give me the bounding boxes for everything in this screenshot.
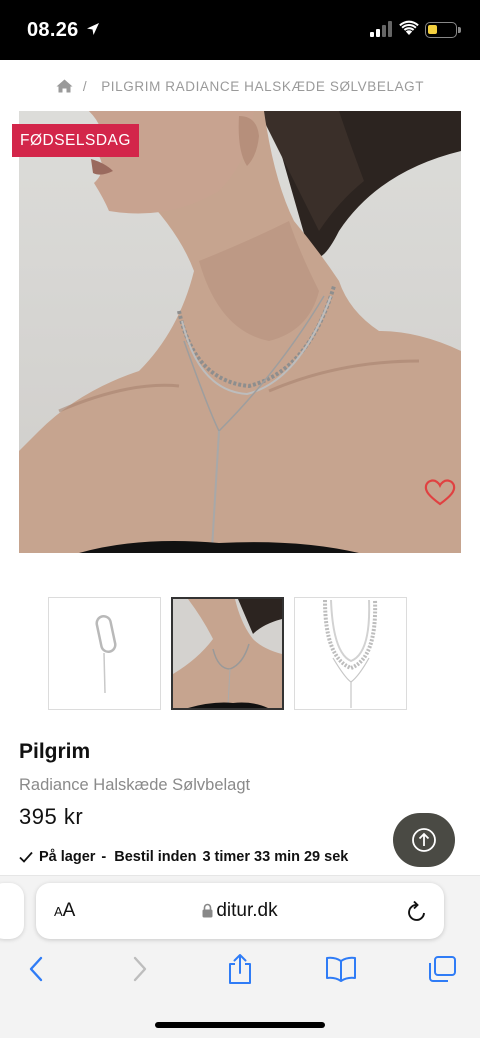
scroll-to-top-button[interactable] <box>393 813 455 867</box>
countdown-timer: 3 timer 33 min 29 sek <box>202 849 349 865</box>
chevron-left-icon <box>29 956 43 982</box>
home-indicator[interactable] <box>155 1022 325 1028</box>
breadcrumb: / PILGRIM RADIANCE HALSKÆDE SØLVBELAGT <box>0 70 480 102</box>
product-name: Radiance Halskæde Sølvbelagt <box>19 776 251 794</box>
thumbnail-model[interactable] <box>171 597 284 710</box>
heart-icon[interactable] <box>424 478 456 506</box>
book-icon <box>326 956 356 982</box>
category-badge: FØDSELSDAG <box>12 124 139 157</box>
breadcrumb-separator: / <box>82 78 88 94</box>
wifi-icon <box>399 20 419 35</box>
tabs-icon <box>429 956 456 982</box>
reload-icon[interactable] <box>406 899 428 923</box>
thumbnail-pendant[interactable] <box>48 597 161 710</box>
domain-text: ditur.dk <box>216 900 278 921</box>
bookmarks-button[interactable] <box>323 953 359 985</box>
chevron-right-icon <box>133 956 147 982</box>
cellular-signal-icon <box>370 21 392 37</box>
breadcrumb-current: PILGRIM RADIANCE HALSKÆDE SØLVBELAGT <box>101 78 425 94</box>
model-thumb-image <box>173 599 282 708</box>
url-display[interactable]: ditur.dk <box>36 900 444 922</box>
share-button[interactable] <box>222 953 258 985</box>
model-photo <box>19 111 461 553</box>
tabs-button[interactable] <box>424 953 460 985</box>
chain-image <box>323 599 378 708</box>
forward-button[interactable] <box>122 953 158 985</box>
lock-icon <box>202 903 213 918</box>
address-bar[interactable]: AA ditur.dk <box>36 883 444 939</box>
stock-separator: - <box>101 849 107 865</box>
status-bar: 08.26 <box>0 0 480 60</box>
stock-status: På lager - Bestil inden 3 timer 33 min 2… <box>19 849 348 865</box>
home-icon[interactable] <box>56 79 73 93</box>
product-brand[interactable]: Pilgrim <box>19 740 90 764</box>
share-icon <box>229 954 251 984</box>
back-button[interactable] <box>18 953 54 985</box>
check-icon <box>19 851 33 863</box>
location-arrow-icon <box>87 23 99 35</box>
pendant-image <box>95 614 117 694</box>
previous-tab-peek[interactable] <box>0 883 24 939</box>
thumbnail-chain[interactable] <box>294 597 407 710</box>
clock: 08.26 <box>27 19 79 41</box>
battery-icon <box>425 22 461 38</box>
order-deadline-label: Bestil inden <box>114 849 197 865</box>
product-image[interactable] <box>19 111 461 553</box>
product-price: 395 kr <box>19 804 84 829</box>
stock-label: På lager <box>39 849 96 865</box>
arrow-up-circle-icon <box>412 828 436 852</box>
